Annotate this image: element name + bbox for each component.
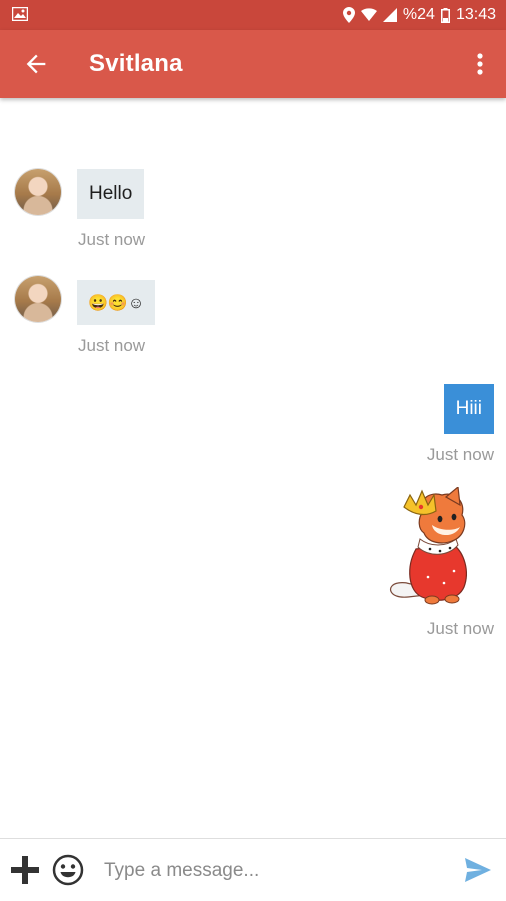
signal-icon bbox=[382, 8, 397, 22]
battery-icon bbox=[440, 7, 450, 23]
avatar[interactable] bbox=[15, 276, 61, 322]
message-timestamp: Just now bbox=[426, 619, 494, 638]
message-composer bbox=[0, 838, 506, 901]
more-vert-icon[interactable] bbox=[472, 50, 488, 78]
page-title: Svitlana bbox=[89, 50, 183, 77]
back-arrow-icon[interactable] bbox=[22, 50, 50, 78]
emoji-picker-icon[interactable] bbox=[52, 854, 84, 886]
add-attachment-icon[interactable] bbox=[10, 855, 40, 885]
chat-message-list[interactable]: Hello Just now 😀😊☺ Just now Hiii Just no… bbox=[0, 98, 506, 838]
gallery-notification-icon bbox=[12, 7, 28, 21]
send-icon[interactable] bbox=[464, 857, 492, 883]
message-timestamp: Just now bbox=[78, 336, 146, 355]
status-time: 13:43 bbox=[455, 6, 496, 23]
avatar[interactable] bbox=[15, 169, 61, 215]
message-timestamp: Just now bbox=[426, 445, 494, 464]
app-bar: Svitlana bbox=[0, 30, 506, 98]
status-bar: %24 13:43 bbox=[0, 0, 506, 30]
outgoing-message-bubble[interactable]: Hiii bbox=[443, 384, 494, 434]
incoming-message-bubble[interactable]: Hello bbox=[77, 169, 145, 219]
battery-percent: %24 bbox=[402, 6, 435, 23]
message-input[interactable] bbox=[102, 853, 446, 889]
location-icon bbox=[342, 7, 355, 23]
fox-king-sticker[interactable] bbox=[388, 485, 478, 614]
message-emoji-text: 😀😊☺ bbox=[88, 295, 145, 312]
incoming-message-bubble[interactable]: 😀😊☺ bbox=[77, 280, 156, 325]
wifi-icon bbox=[360, 8, 377, 22]
message-timestamp: Just now bbox=[78, 230, 146, 249]
